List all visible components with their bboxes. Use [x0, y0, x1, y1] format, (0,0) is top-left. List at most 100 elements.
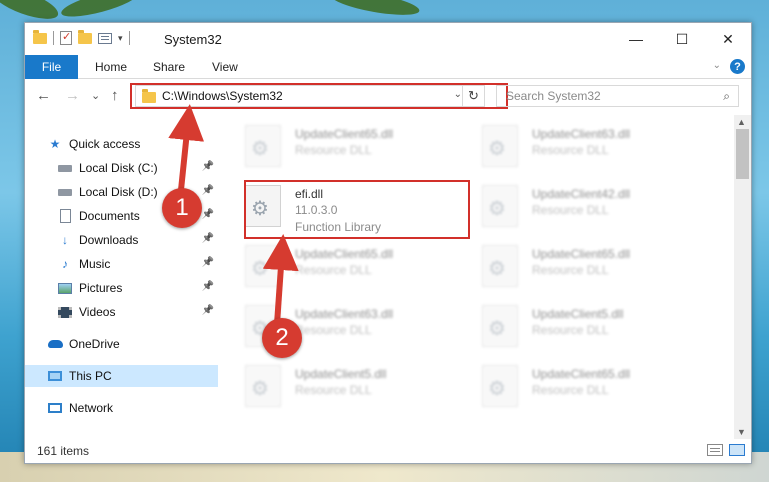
help-icon[interactable]: ? [730, 59, 745, 74]
sidebar-item-label: Local Disk (D:) [79, 185, 158, 199]
dll-file-icon [482, 245, 518, 287]
search-icon[interactable]: ⌕ [723, 89, 730, 104]
folder-icon [33, 29, 47, 44]
pin-icon[interactable]: 📌 [202, 233, 214, 244]
details-view-icon[interactable] [707, 444, 723, 456]
sidebar-item-local-disk-c[interactable]: Local Disk (C:) 📌 [57, 157, 218, 179]
file-type: Function Library [295, 220, 382, 234]
background-palm-leaf [329, 0, 421, 20]
status-bar: 161 items [25, 439, 751, 463]
sidebar-item-network[interactable]: Network [47, 397, 218, 419]
address-bar[interactable]: C:\Windows\System32 ⌄ ↻ [135, 85, 485, 107]
file-item[interactable]: UpdateClient42.dll Resource DLL [482, 185, 682, 245]
file-item[interactable]: UpdateClient5.dll Resource DLL [245, 365, 445, 425]
file-item[interactable]: UpdateClient65.dll Resource DLL [482, 365, 682, 425]
vertical-scrollbar[interactable]: ▲ ▼ [734, 115, 751, 439]
refresh-button[interactable]: ↻ [462, 86, 484, 106]
search-input[interactable]: Search System32 [506, 89, 601, 103]
close-button[interactable]: ✕ [705, 23, 751, 55]
new-folder-icon[interactable] [78, 29, 92, 44]
toolbar-divider [128, 31, 130, 45]
dll-file-icon [245, 245, 281, 287]
file-version: 11.0.3.0 [295, 203, 338, 217]
step-2-badge: 2 [262, 318, 302, 358]
pin-icon[interactable]: 📌 [202, 185, 214, 196]
music-icon: ♪ [62, 257, 68, 271]
minimize-button[interactable]: — [613, 23, 659, 55]
expand-ribbon-chevron-icon[interactable]: ⌄ [713, 60, 721, 71]
tab-home[interactable]: Home [95, 60, 127, 74]
sidebar-item-pictures[interactable]: Pictures 📌 [57, 277, 218, 299]
dll-file-icon [245, 185, 281, 227]
file-type: Resource DLL [532, 323, 609, 337]
dll-file-icon [245, 125, 281, 167]
sidebar-item-this-pc[interactable]: This PC [25, 365, 218, 387]
search-box[interactable]: Search System32 ⌕ [496, 85, 739, 107]
address-path[interactable]: C:\Windows\System32 [162, 89, 283, 103]
file-name: UpdateClient63.dll [295, 307, 394, 321]
address-dropdown-chevron-icon[interactable]: ⌄ [454, 89, 462, 100]
pin-icon[interactable]: 📌 [202, 257, 214, 268]
pin-icon[interactable]: 📌 [202, 209, 214, 220]
file-item-efi-dll[interactable]: efi.dll 11.0.3.0 Function Library [245, 185, 445, 245]
dll-file-icon [245, 365, 281, 407]
sidebar-item-quick-access[interactable]: ★ Quick access [47, 133, 218, 155]
scroll-up-icon[interactable]: ▲ [737, 117, 746, 127]
file-type: Resource DLL [532, 383, 609, 397]
sidebar-item-label: Pictures [79, 281, 123, 295]
sidebar-item-label: Quick access [69, 137, 141, 151]
sidebar-item-onedrive[interactable]: OneDrive [47, 333, 218, 355]
view-toggle-icon[interactable] [98, 32, 112, 44]
folder-icon [142, 89, 156, 103]
navigation-pane: ★ Quick access Local Disk (C:) 📌 Local Disk … [25, 115, 218, 439]
sidebar-item-label: Videos [79, 305, 116, 319]
sidebar-item-downloads[interactable]: ↓ Downloads 📌 [57, 229, 218, 251]
maximize-button[interactable]: ☐ [659, 23, 705, 55]
dll-file-icon [482, 365, 518, 407]
file-item[interactable]: UpdateClient65.dll Resource DLL [482, 245, 682, 305]
scroll-down-icon[interactable]: ▼ [737, 427, 746, 437]
file-list: UpdateClient65.dllResource DLLUpdateClie… [218, 115, 735, 439]
file-name: UpdateClient63.dll [532, 127, 631, 141]
file-name: UpdateClient42.dll [532, 187, 631, 201]
pin-icon[interactable]: 📌 [202, 305, 214, 316]
forward-button[interactable]: → [65, 87, 80, 104]
network-icon [47, 401, 63, 415]
file-type: Resource DLL [532, 263, 609, 277]
drive-icon [57, 185, 73, 199]
file-item[interactable]: UpdateClient65.dll Resource DLL [245, 245, 445, 305]
recent-locations-chevron-icon[interactable]: ⌄ [91, 89, 100, 102]
window-controls: — ☐ ✕ [613, 23, 751, 55]
tab-file[interactable]: File [25, 55, 78, 79]
file-type: Resource DLL [295, 263, 372, 277]
file-item[interactable]: UpdateClient65.dll Resource DLL [245, 125, 445, 185]
scrollbar-thumb[interactable] [736, 129, 749, 179]
dll-file-icon [482, 305, 518, 347]
up-button[interactable]: ↑ [111, 87, 119, 104]
cloud-icon [47, 337, 63, 351]
sidebar-item-label: Documents [79, 209, 140, 223]
dll-file-icon [482, 185, 518, 227]
tab-view[interactable]: View [212, 60, 238, 74]
back-button[interactable]: ← [36, 87, 51, 104]
pin-icon[interactable]: 📌 [202, 281, 214, 292]
dll-file-icon [482, 125, 518, 167]
pin-icon[interactable]: 📌 [202, 161, 214, 172]
file-name: UpdateClient65.dll [532, 247, 631, 261]
properties-icon[interactable] [60, 30, 72, 45]
sidebar-item-music[interactable]: ♪ Music 📌 [57, 253, 218, 275]
toolbar-divider [53, 31, 54, 45]
sidebar-item-label: OneDrive [69, 337, 120, 351]
sidebar-item-videos[interactable]: Videos 📌 [57, 301, 218, 323]
sidebar-item-label: Music [79, 257, 111, 271]
download-icon: ↓ [62, 233, 68, 247]
large-icons-view-icon[interactable] [729, 444, 745, 456]
file-item[interactable]: UpdateClient5.dll Resource DLL [482, 305, 682, 365]
title-bar: ▾ System32 — ☐ ✕ [25, 23, 751, 55]
tab-share[interactable]: Share [153, 60, 185, 74]
file-type: Resource DLL [532, 203, 609, 217]
document-icon [57, 209, 73, 223]
window-title: System32 [164, 32, 222, 47]
customize-toolbar-chevron-icon[interactable]: ▾ [118, 33, 123, 44]
file-item[interactable]: UpdateClient63.dll Resource DLL [482, 125, 682, 185]
